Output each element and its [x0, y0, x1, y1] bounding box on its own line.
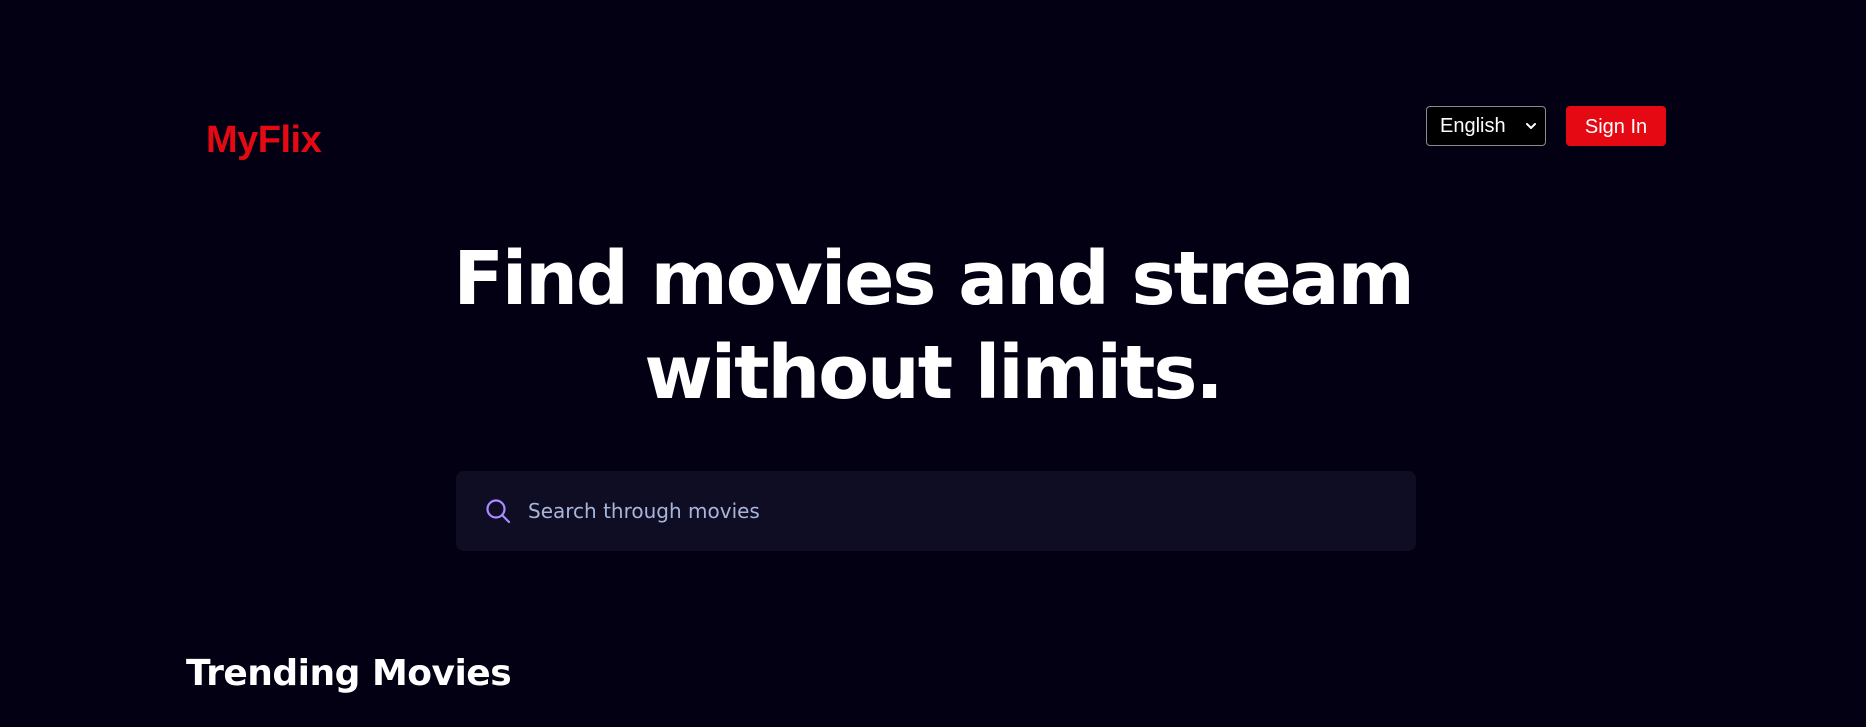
language-select[interactable]: English [1426, 106, 1546, 146]
sign-in-button[interactable]: Sign In [1566, 106, 1666, 146]
brand-logo[interactable]: MyFlix [206, 114, 322, 166]
chevron-down-icon [1526, 123, 1536, 129]
hero-title-line-2: without limits. [644, 330, 1223, 416]
search-bar[interactable] [456, 471, 1416, 551]
language-selected-value: English [1440, 115, 1506, 137]
search-input[interactable] [526, 490, 1390, 532]
trending-movies-heading: Trending Movies [186, 653, 512, 694]
hero-title-line-1: Find movies and stream [453, 236, 1414, 322]
search-icon [486, 499, 511, 524]
hero-title: Find movies and stream without limits. [0, 232, 1866, 420]
